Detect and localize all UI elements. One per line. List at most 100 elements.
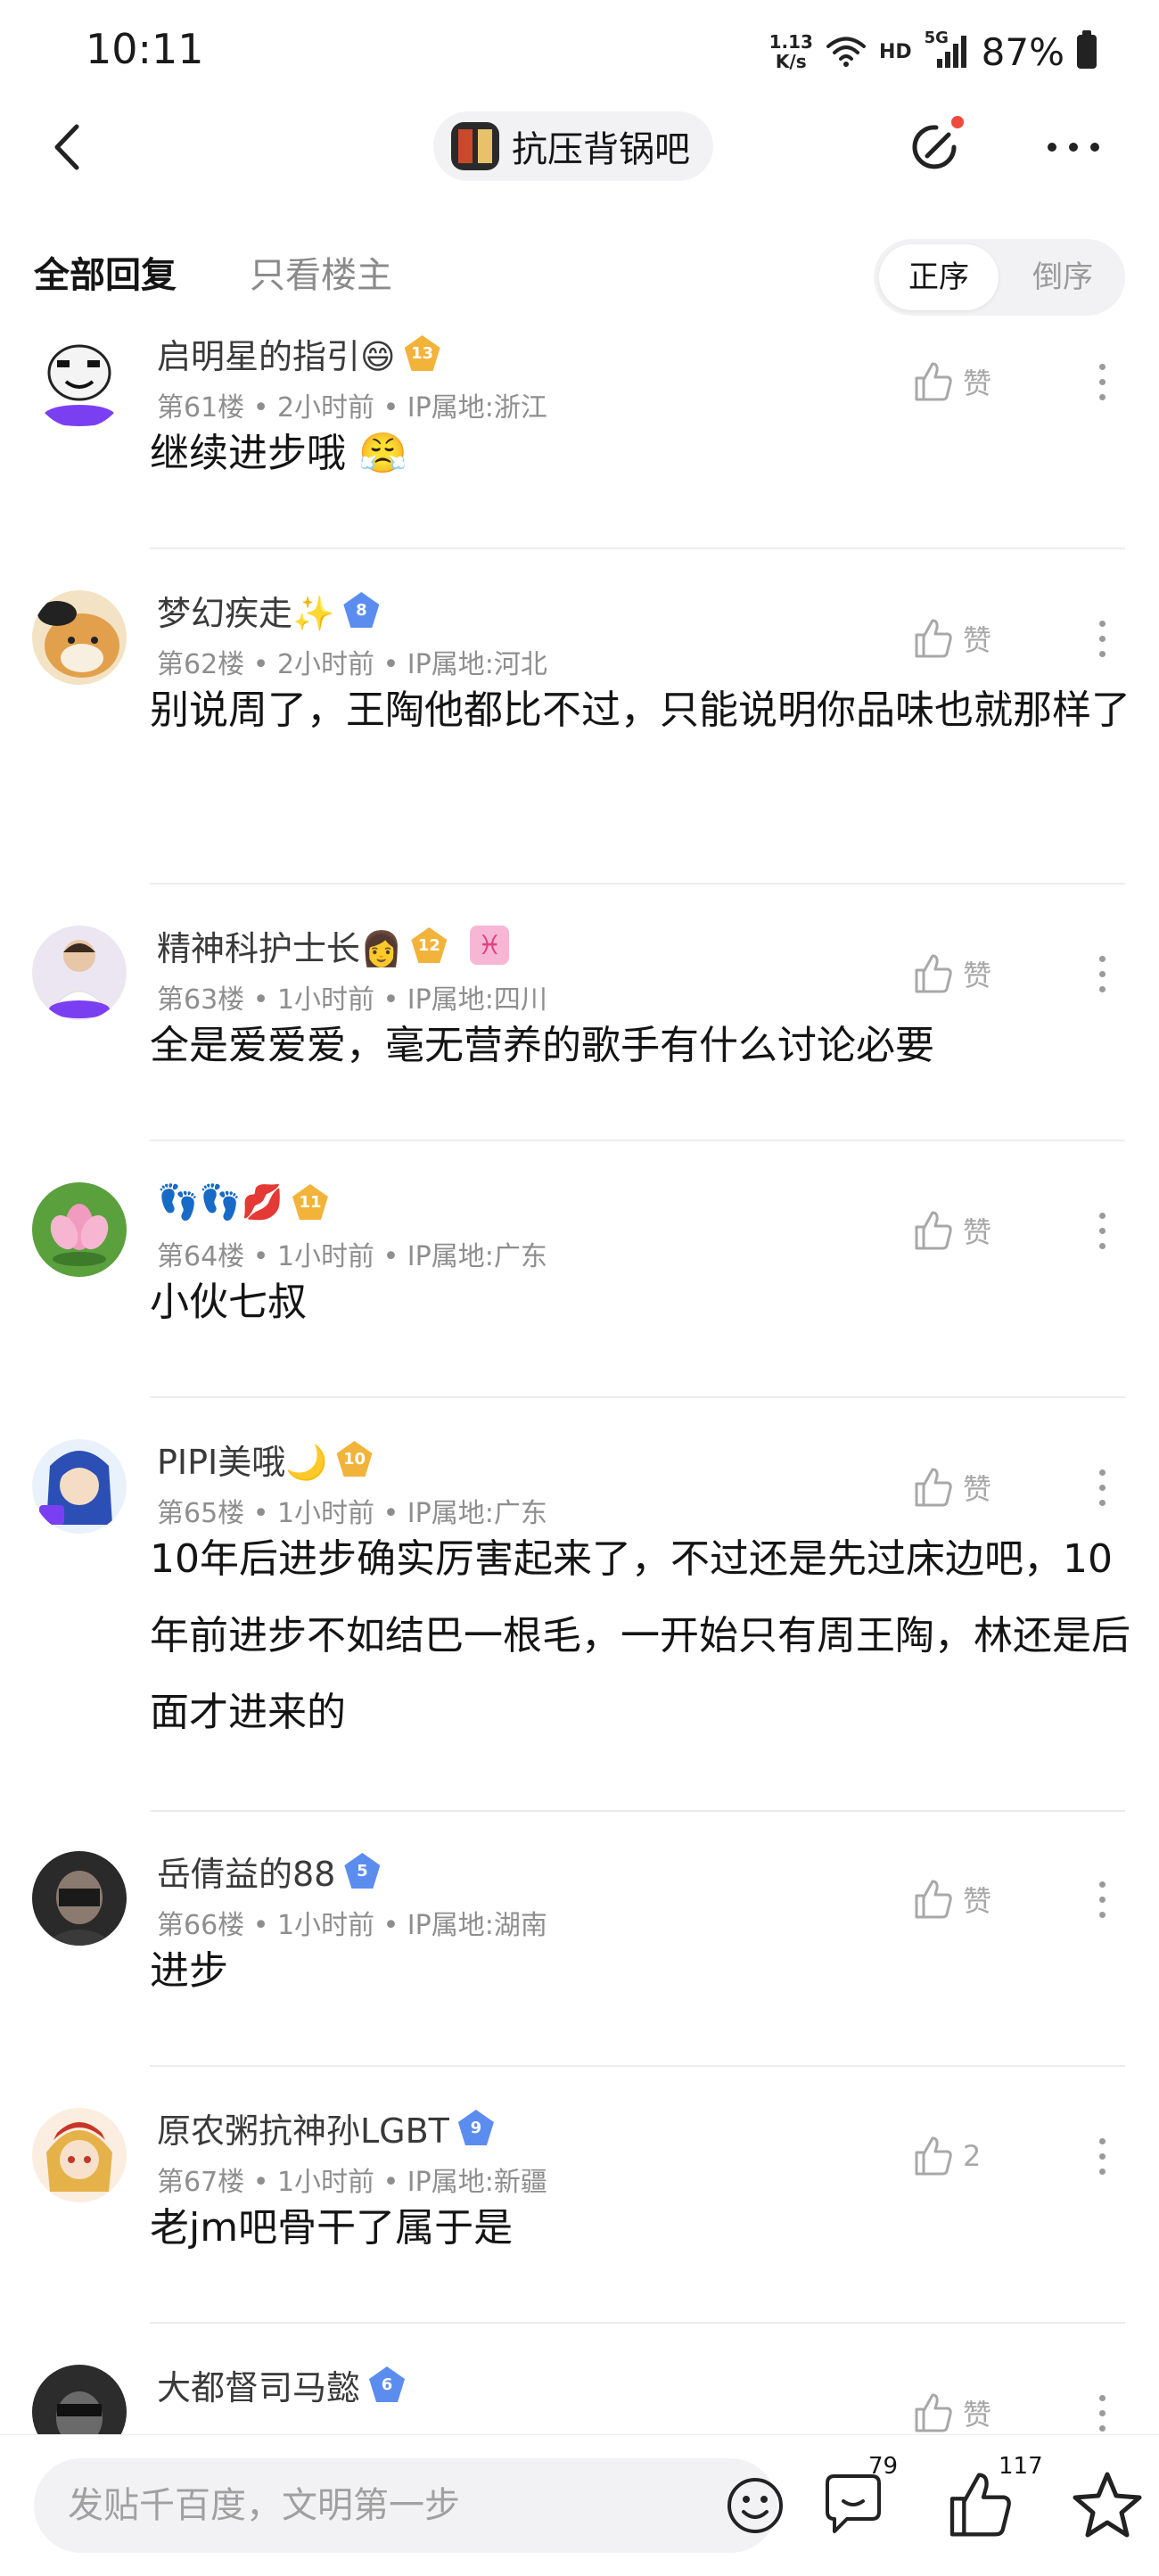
like-button[interactable]: 赞 bbox=[911, 2386, 991, 2434]
thread-like-button[interactable]: 117 bbox=[943, 2453, 1043, 2549]
comment-content: 小伙七叔 bbox=[150, 1280, 307, 1325]
like-count: 赞 bbox=[963, 623, 992, 657]
like-count: 赞 bbox=[963, 1215, 992, 1249]
like-count: 2 bbox=[963, 2139, 982, 2173]
back-arrow-icon[interactable] bbox=[43, 116, 96, 178]
username-row: 原农粥抗神孙LGBT 9 bbox=[157, 2104, 494, 2151]
forum-name: 抗压背锅吧 bbox=[512, 129, 690, 170]
comment-more-icon[interactable] bbox=[1089, 1872, 1114, 1926]
username-row: 梦幻疾走✨ 8 bbox=[157, 586, 380, 635]
tab-op-only[interactable]: 只看楼主 bbox=[250, 246, 392, 298]
divider bbox=[150, 1140, 1125, 1141]
like-button[interactable]: 赞 bbox=[911, 612, 991, 665]
avatar[interactable] bbox=[32, 926, 127, 1020]
order-asc-button[interactable]: 正序 bbox=[879, 244, 999, 310]
divider bbox=[150, 883, 1125, 885]
comment-content: 继续进步哦 😤 bbox=[150, 431, 407, 476]
thumb-up-icon bbox=[915, 619, 952, 658]
comment-content: 老jm吧骨干了属于是 bbox=[150, 2205, 514, 2251]
username[interactable]: 精神科护士长👩 bbox=[157, 921, 402, 970]
username-row: PIPI美哦🌙 10 bbox=[157, 1436, 373, 1482]
thumb-up-icon bbox=[915, 954, 952, 993]
order-desc-button[interactable]: 倒序 bbox=[1007, 244, 1118, 310]
like-count: 赞 bbox=[963, 2398, 992, 2432]
like-button[interactable]: 2 bbox=[911, 2129, 981, 2183]
like-count: 赞 bbox=[963, 1472, 992, 1506]
forum-chip[interactable]: 抗压背锅吧 bbox=[433, 111, 713, 181]
comment-button[interactable]: 79 bbox=[817, 2453, 906, 2549]
username[interactable]: 大都督司马懿 bbox=[157, 2360, 360, 2409]
level-badge: 9 bbox=[457, 2110, 494, 2145]
comment-more-icon[interactable] bbox=[1089, 2386, 1114, 2434]
like-count: 赞 bbox=[963, 366, 992, 400]
like-button[interactable]: 赞 bbox=[911, 947, 991, 1000]
comment-more-icon[interactable] bbox=[1089, 2129, 1114, 2183]
thumb-up-icon bbox=[915, 1880, 952, 1919]
emoji-icon[interactable] bbox=[722, 2473, 788, 2539]
like-button[interactable]: 赞 bbox=[911, 1461, 991, 1514]
comment-more-icon[interactable] bbox=[1089, 1204, 1114, 1257]
thumb-up-icon bbox=[915, 1211, 952, 1250]
comment-content: 10年后进步确实厉害起来了，不过还是先过床边吧，10年前进步不如结巴一根毛，一开… bbox=[150, 1536, 1130, 1735]
status-icons: 1.13 K/s HD 5G 87% bbox=[769, 25, 1097, 78]
divider bbox=[150, 547, 1125, 549]
divider bbox=[150, 2322, 1125, 2324]
zodiac-badge: ♓ bbox=[470, 926, 510, 965]
comment-list: 启明星的指引😄 13 第61楼 • 2小时前 • IP属地:浙江 赞 继续进步哦… bbox=[0, 330, 1159, 2434]
thumb-up-icon bbox=[915, 362, 952, 401]
thumb-up-icon bbox=[915, 2393, 952, 2432]
username[interactable]: 原农粥抗神孙LGBT bbox=[157, 2103, 449, 2152]
like-count: 赞 bbox=[963, 959, 992, 992]
avatar[interactable] bbox=[32, 1182, 127, 1277]
username[interactable]: 启明星的指引😄 bbox=[157, 330, 396, 378]
avatar[interactable] bbox=[32, 590, 127, 685]
divider bbox=[150, 2065, 1125, 2067]
battery-percent: 87% bbox=[981, 29, 1064, 74]
comment-more-icon[interactable] bbox=[1089, 947, 1114, 1000]
like-button[interactable]: 赞 bbox=[911, 1204, 991, 1257]
hd-indicator: HD bbox=[878, 40, 912, 63]
avatar[interactable] bbox=[32, 1851, 127, 1946]
tab-all-replies[interactable]: 全部回复 bbox=[34, 246, 177, 298]
avatar[interactable] bbox=[32, 2365, 127, 2434]
like-count: 赞 bbox=[963, 1884, 992, 1918]
battery-icon bbox=[1077, 30, 1097, 69]
top-nav: 抗压背锅吧 bbox=[0, 103, 1159, 192]
wifi-icon bbox=[826, 37, 866, 67]
comment-more-icon[interactable] bbox=[1089, 612, 1114, 665]
bottom-bar: 发贴千百度，文明第一步 79 117 bbox=[0, 2434, 1159, 2576]
username-row: 精神科护士长👩 12 ♓ bbox=[157, 921, 510, 970]
username[interactable]: 梦幻疾走✨ bbox=[157, 586, 334, 635]
like-button[interactable]: 赞 bbox=[911, 355, 991, 408]
username-row: 启明星的指引😄 13 bbox=[157, 330, 440, 376]
reply-tabs: 全部回复 只看楼主 正序 倒序 bbox=[0, 232, 1159, 330]
net-speed: 1.13 K/s bbox=[769, 31, 813, 72]
avatar[interactable] bbox=[32, 2108, 127, 2202]
username[interactable]: PIPI美哦🌙 bbox=[157, 1435, 328, 1484]
comment-content: 进步 bbox=[150, 1948, 228, 1994]
comment-content: 别说周了，王陶他都比不过，只能说明你品味也就那样了 bbox=[150, 687, 1130, 733]
username-row: 大都督司马懿 6 bbox=[157, 2360, 406, 2409]
comment-more-icon[interactable] bbox=[1089, 1461, 1114, 1514]
reply-input[interactable]: 发贴千百度，文明第一步 bbox=[34, 2458, 783, 2553]
level-badge: 13 bbox=[404, 335, 440, 371]
compose-icon[interactable] bbox=[902, 113, 970, 181]
thumb-up-icon bbox=[915, 2136, 952, 2176]
order-toggle: 正序 倒序 bbox=[874, 239, 1125, 316]
username[interactable]: 岳倩益的88 bbox=[157, 1847, 335, 1896]
like-button[interactable]: 赞 bbox=[911, 1872, 991, 1926]
level-badge: 8 bbox=[343, 592, 380, 628]
more-icon[interactable] bbox=[1041, 128, 1106, 167]
comment-content: 全是爱爱爱，毫无营养的歌手有什么讨论必要 bbox=[150, 1023, 934, 1068]
thumb-up-icon bbox=[949, 2473, 1011, 2537]
status-time: 10:11 bbox=[86, 25, 204, 73]
username[interactable]: 👣👣💋 bbox=[157, 1182, 284, 1222]
username-row: 👣👣💋 11 bbox=[157, 1179, 328, 1225]
comment-more-icon[interactable] bbox=[1089, 355, 1114, 408]
comment-count: 79 bbox=[868, 2453, 899, 2480]
avatar[interactable] bbox=[32, 1439, 127, 1534]
star-icon[interactable] bbox=[1063, 2460, 1152, 2549]
level-badge: 10 bbox=[336, 1441, 373, 1477]
avatar[interactable] bbox=[32, 333, 127, 428]
divider bbox=[150, 1810, 1125, 1812]
